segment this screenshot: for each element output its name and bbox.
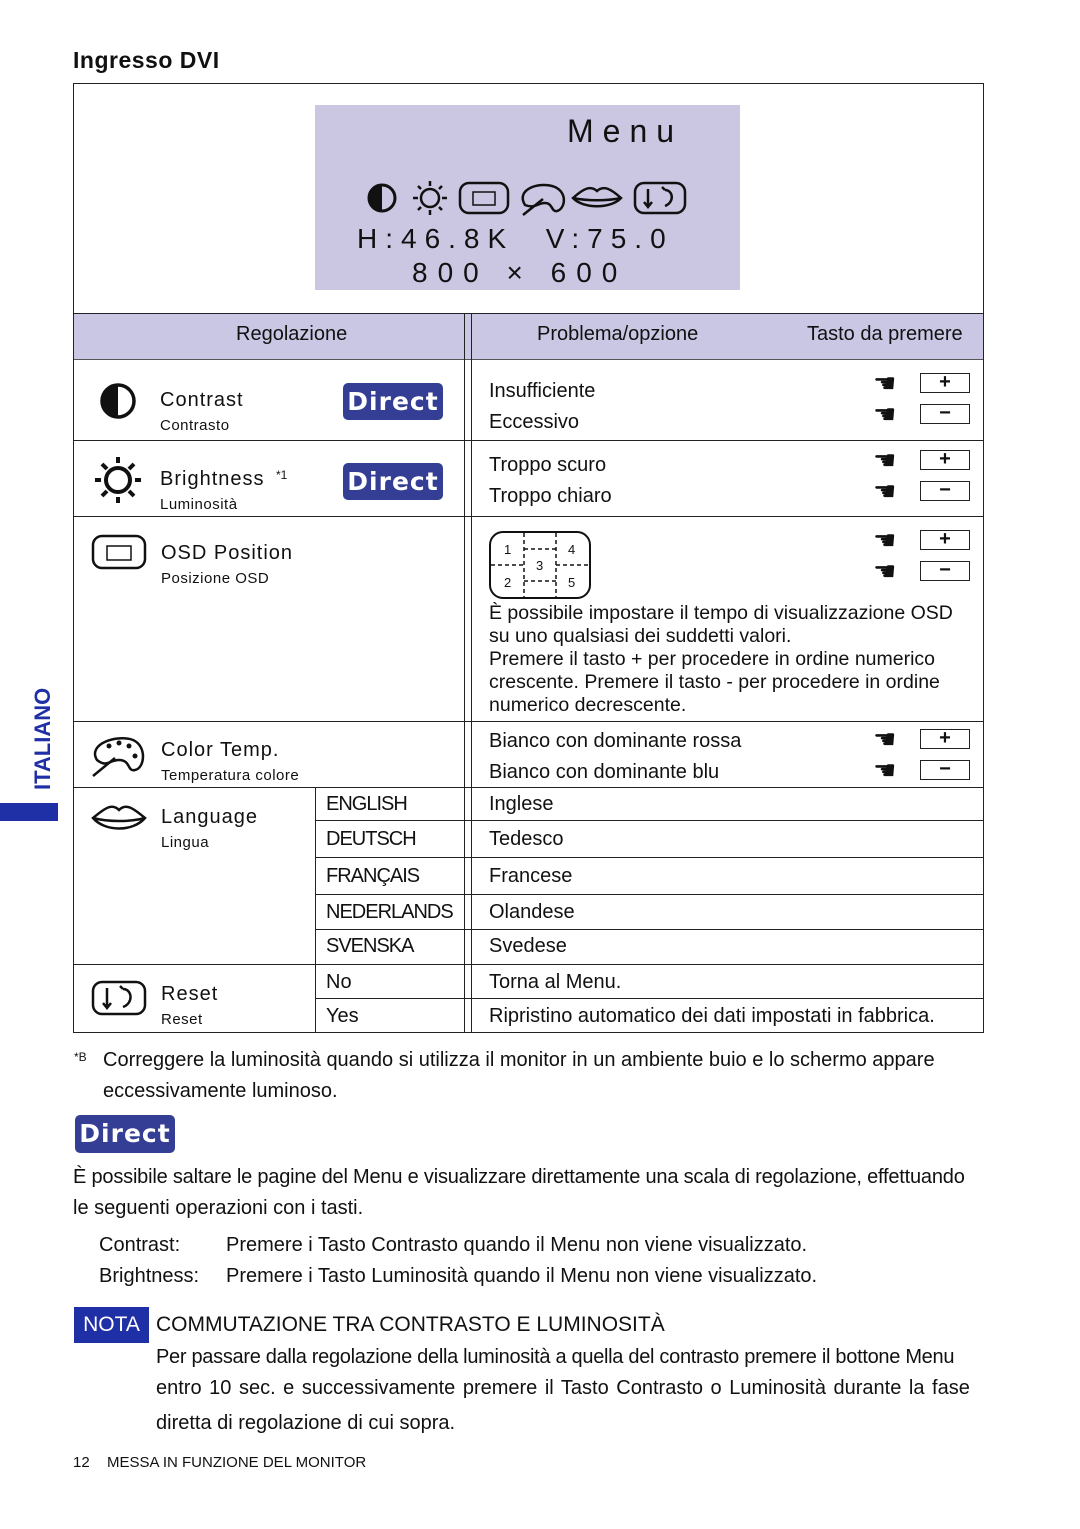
footer-text: MESSA IN FUNZIONE DEL MONITOR — [107, 1454, 367, 1471]
pointing-hand-icon: ☛ — [873, 525, 897, 555]
direct-item-text: Premere i Tasto Luminosità quando il Men… — [226, 1265, 818, 1287]
header-key: Tasto da premere — [807, 323, 963, 345]
minus-key: − — [920, 560, 970, 581]
option-text: Troppo scuro — [489, 454, 607, 476]
side-tab-bar — [0, 803, 58, 821]
contrast-icon — [100, 383, 136, 419]
footnote-text: eccessivamente luminoso. — [103, 1080, 338, 1102]
language-option: SVENSKA — [326, 935, 414, 957]
color-temp-icon — [92, 737, 145, 777]
pointing-hand-icon: ☛ — [873, 445, 897, 475]
option-text: Bianco con dominante rossa — [489, 730, 742, 752]
pointing-hand-icon: ☛ — [873, 724, 897, 754]
option-text: Eccessivo — [489, 411, 580, 433]
direct-badge: Direct — [75, 1115, 175, 1153]
plus-key: + — [920, 529, 970, 550]
footnote-ref: *1 — [276, 468, 288, 482]
osd-position-icon — [91, 534, 147, 570]
page-number: 12 — [73, 1454, 90, 1471]
direct-item-label: Contrast: — [99, 1234, 181, 1256]
brightness-icon — [95, 457, 141, 503]
brightness-label: Brightness — [160, 468, 265, 490]
language-meaning: Tedesco — [489, 828, 564, 850]
contrast-sublabel: Contrasto — [160, 417, 230, 434]
menu-title: Menu — [567, 113, 684, 149]
frequency-readout: H:46.8K V:75.0 — [357, 223, 674, 254]
manual-page: Ingresso DVI ITALIANO Menu H:46.8K V:75.… — [0, 0, 1080, 1529]
osd-position-grid: 1 2 3 4 5 — [489, 531, 591, 599]
contrast-icon — [367, 183, 397, 213]
osd-position-icon — [458, 181, 510, 215]
reset-icon — [91, 980, 147, 1016]
nota-line: entro 10 sec. e successivamente premere … — [156, 1377, 970, 1399]
pointing-hand-icon: ☛ — [873, 556, 897, 586]
pointing-hand-icon: ☛ — [873, 399, 897, 429]
color-temp-label: Color Temp. — [161, 739, 280, 761]
language-option: ENGLISH — [326, 793, 408, 815]
direct-text: È possibile saltare le pagine del Menu e… — [73, 1166, 965, 1188]
section-title: Ingresso DVI — [73, 47, 220, 73]
reset-option: No — [326, 971, 352, 993]
direct-badge: Direct — [343, 463, 443, 500]
osd-position-description: È possibile impostare il tempo di visual… — [489, 602, 953, 716]
nota-badge: NOTA — [74, 1307, 149, 1343]
nota-line: diretta di regolazione di cui sopra. — [156, 1412, 456, 1434]
language-icon — [91, 805, 147, 830]
language-meaning: Olandese — [489, 901, 575, 923]
language-meaning: Francese — [489, 865, 573, 887]
direct-badge: Direct — [343, 383, 443, 420]
osd-menu-preview: Menu H:46.8K V:75.0 800 × 600 — [315, 105, 740, 290]
language-sublabel: Lingua — [161, 834, 210, 851]
language-option: DEUTSCH — [326, 828, 417, 850]
reset-icon — [633, 181, 687, 215]
minus-key: − — [920, 403, 970, 424]
plus-key: + — [920, 728, 970, 749]
language-option: FRANÇAIS — [326, 865, 420, 887]
nota-line: Per passare dalla regolazione della lumi… — [156, 1346, 955, 1368]
reset-sublabel: Reset — [161, 1011, 203, 1028]
resolution-readout: 800 × 600 — [412, 257, 628, 288]
header-problem: Problema/opzione — [537, 323, 699, 345]
side-tab-label: ITALIANO — [30, 687, 55, 790]
color-temp-icon — [521, 183, 566, 216]
reset-option: Yes — [326, 1005, 359, 1027]
language-meaning: Inglese — [489, 793, 554, 815]
osd-position-sublabel: Posizione OSD — [161, 570, 270, 587]
osd-position-label: OSD Position — [161, 542, 294, 564]
reset-meaning: Torna al Menu. — [489, 971, 622, 993]
brightness-icon — [413, 181, 447, 215]
language-label: Language — [161, 806, 258, 828]
footnote-text: Correggere la luminosità quando si utili… — [103, 1049, 935, 1071]
option-text: Troppo chiaro — [489, 485, 612, 507]
brightness-sublabel: Luminosità — [160, 496, 238, 513]
direct-item-text: Premere i Tasto Contrasto quando il Menu… — [226, 1234, 808, 1256]
plus-key: + — [920, 449, 970, 470]
header-adjustment: Regolazione — [236, 323, 348, 345]
option-text: Insufficiente — [489, 380, 596, 402]
language-option: NEDERLANDS — [326, 901, 454, 923]
pointing-hand-icon: ☛ — [873, 476, 897, 506]
color-temp-sublabel: Temperatura colore — [161, 767, 300, 784]
minus-key: − — [920, 759, 970, 780]
pointing-hand-icon: ☛ — [873, 755, 897, 785]
reset-label: Reset — [161, 983, 219, 1005]
direct-text: le seguenti operazioni con i tasti. — [73, 1197, 364, 1219]
direct-item-label: Brightness: — [99, 1265, 200, 1287]
language-meaning: Svedese — [489, 935, 567, 957]
contrast-label: Contrast — [160, 389, 244, 411]
pointing-hand-icon: ☛ — [873, 368, 897, 398]
reset-meaning: Ripristino automatico dei dati impostati… — [489, 1005, 935, 1027]
language-icon — [571, 186, 623, 208]
plus-key: + — [920, 372, 970, 393]
minus-key: − — [920, 480, 970, 501]
option-text: Bianco con dominante blu — [489, 761, 720, 783]
footnote-mark: *B — [74, 1050, 87, 1064]
menu-icon-row — [367, 181, 687, 216]
nota-title: COMMUTAZIONE TRA CONTRASTO E LUMINOSITÀ — [156, 1313, 665, 1336]
